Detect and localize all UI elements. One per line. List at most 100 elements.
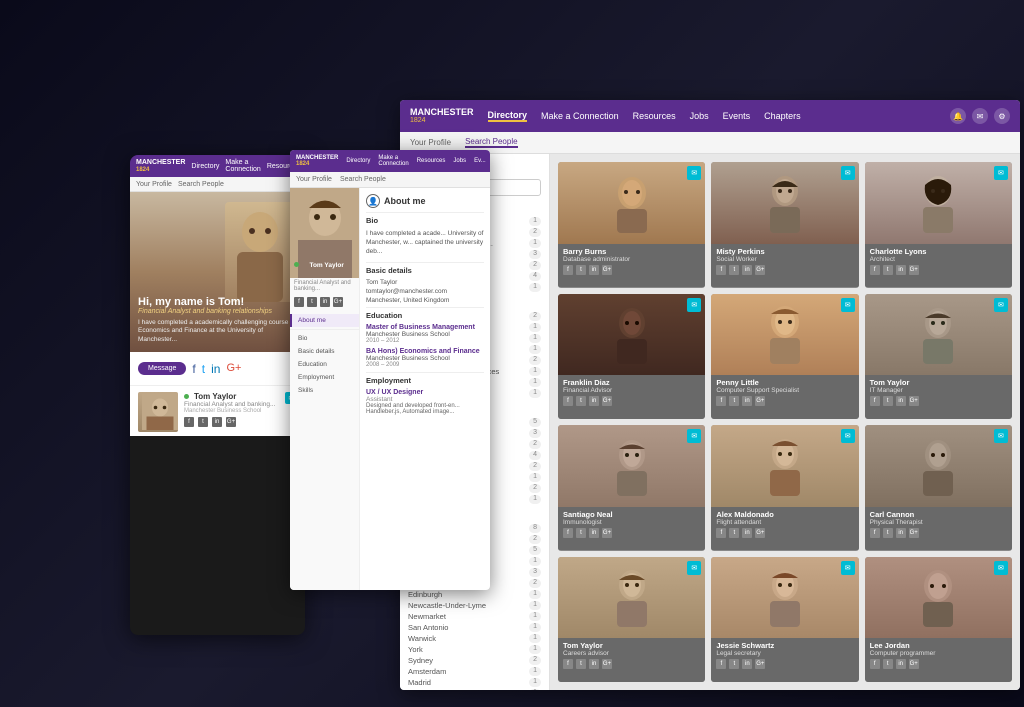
googleplus-icon[interactable]: G+ — [909, 265, 919, 275]
linkedin-icon[interactable]: in — [211, 362, 220, 376]
facebook-icon[interactable]: f — [870, 528, 880, 538]
twitter-icon[interactable]: t — [576, 528, 586, 538]
googleplus-icon[interactable]: G+ — [755, 396, 765, 406]
googleplus-icon[interactable]: G+ — [909, 396, 919, 406]
mobile-nav-directory[interactable]: Directory — [191, 163, 219, 170]
menu-item-basic[interactable]: Basic details — [290, 345, 359, 358]
subnav-search-people[interactable]: Search People — [465, 137, 517, 148]
facebook-icon[interactable]: f — [716, 659, 726, 669]
message-icon[interactable]: ✉ — [687, 429, 701, 443]
linkedin-icon[interactable]: in — [212, 417, 222, 427]
menu-item-skills[interactable]: Skills — [290, 384, 359, 397]
person-card-lee[interactable]: ✉ Lee Jordan Computer programmer f t in … — [865, 557, 1012, 683]
profile-subnav-search[interactable]: Search People — [340, 176, 386, 183]
linkedin-icon[interactable]: in — [742, 528, 752, 538]
filter-item[interactable]: Rome1 — [408, 688, 541, 690]
linkedin-icon[interactable]: in — [896, 396, 906, 406]
facebook-icon[interactable]: f — [716, 265, 726, 275]
person-card-jessie[interactable]: ✉ Jessie Schwartz Legal secretary f t in… — [711, 557, 858, 683]
message-icon[interactable]: ✉ — [687, 298, 701, 312]
profile-nav-resources[interactable]: Resources — [417, 158, 446, 164]
mobile-subnav-profile[interactable]: Your Profile — [136, 181, 172, 188]
facebook-icon[interactable]: f — [716, 528, 726, 538]
twitter-icon[interactable]: t — [883, 396, 893, 406]
mobile-nav-connection[interactable]: Make a Connection — [225, 159, 260, 173]
menu-item-bio[interactable]: Bio — [290, 332, 359, 345]
menu-item-education[interactable]: Education — [290, 358, 359, 371]
linkedin-icon[interactable]: in — [589, 659, 599, 669]
filter-item[interactable]: York1 — [408, 644, 541, 655]
linkedin-icon[interactable]: in — [896, 659, 906, 669]
googleplus-icon[interactable]: G+ — [602, 528, 612, 538]
linkedin-icon[interactable]: in — [896, 528, 906, 538]
twitter-icon[interactable]: t — [198, 417, 208, 427]
person-card-barry[interactable]: ✉ Barry Burns Database administrator f t… — [558, 162, 705, 288]
message-icon[interactable]: ✉ — [994, 166, 1008, 180]
nav-resources[interactable]: Resources — [633, 111, 676, 121]
facebook-icon[interactable]: f — [563, 528, 573, 538]
googleplus-icon[interactable]: G+ — [226, 362, 241, 376]
message-icon[interactable]: ✉ — [994, 429, 1008, 443]
twitter-icon[interactable]: t — [883, 265, 893, 275]
person-card-carl[interactable]: ✉ Carl Cannon Physical Therapist f t in … — [865, 425, 1012, 551]
person-card-santiago[interactable]: ✉ Santiago Neal Immunologist f t in G+ — [558, 425, 705, 551]
twitter-icon[interactable]: t — [202, 362, 205, 376]
linkedin-icon[interactable]: in — [742, 396, 752, 406]
message-icon[interactable]: ✉ — [841, 166, 855, 180]
linkedin-icon[interactable]: in — [320, 297, 330, 307]
filter-item[interactable]: Amsterdam1 — [408, 666, 541, 677]
subnav-your-profile[interactable]: Your Profile — [410, 138, 451, 147]
message-icon[interactable]: ✉ — [687, 166, 701, 180]
person-card-tom2[interactable]: ✉ Tom Yaylor Careers advisor f t in G+ — [558, 557, 705, 683]
twitter-icon[interactable]: t — [576, 265, 586, 275]
message-icon[interactable]: ✉ — [841, 298, 855, 312]
linkedin-icon[interactable]: in — [896, 265, 906, 275]
filter-item[interactable]: Edinburgh1 — [408, 589, 541, 600]
filter-item[interactable]: Newcastle-Under-Lyme1 — [408, 600, 541, 611]
twitter-icon[interactable]: t — [576, 659, 586, 669]
twitter-icon[interactable]: t — [729, 396, 739, 406]
message-icon[interactable]: ✉ — [994, 561, 1008, 575]
profile-nav-jobs[interactable]: Jobs — [453, 158, 466, 164]
googleplus-icon[interactable]: G+ — [755, 528, 765, 538]
nav-chapters[interactable]: Chapters — [764, 111, 801, 121]
nav-jobs[interactable]: Jobs — [690, 111, 709, 121]
profile-nav-directory[interactable]: Directory — [346, 158, 370, 164]
person-card-franklin[interactable]: ✉ Franklin Diaz Financial Advisor f t in… — [558, 294, 705, 420]
googleplus-icon[interactable]: G+ — [226, 417, 236, 427]
twitter-icon[interactable]: t — [883, 528, 893, 538]
profile-subnav-yours[interactable]: Your Profile — [296, 176, 332, 183]
linkedin-icon[interactable]: in — [589, 265, 599, 275]
googleplus-icon[interactable]: G+ — [602, 396, 612, 406]
facebook-icon[interactable]: f — [563, 396, 573, 406]
person-card-alex[interactable]: ✉ Alex Maldonado Flight attendant f t in… — [711, 425, 858, 551]
person-card-charlotte[interactable]: ✉ Charlotte Lyons Architect f t in G+ — [865, 162, 1012, 288]
notifications-icon[interactable]: 🔔 — [950, 108, 966, 124]
googleplus-icon[interactable]: G+ — [333, 297, 343, 307]
twitter-icon[interactable]: t — [307, 297, 317, 307]
person-card-tom[interactable]: ✉ Tom Yaylor IT Manager f t in G+ — [865, 294, 1012, 420]
facebook-icon[interactable]: f — [870, 659, 880, 669]
menu-item-employment[interactable]: Employment — [290, 371, 359, 384]
facebook-icon[interactable]: f — [192, 362, 195, 376]
facebook-icon[interactable]: f — [870, 265, 880, 275]
twitter-icon[interactable]: t — [576, 396, 586, 406]
profile-nav-connection[interactable]: Make a Connection — [378, 155, 408, 167]
messages-icon[interactable]: ✉ — [972, 108, 988, 124]
facebook-icon[interactable]: f — [184, 417, 194, 427]
message-icon[interactable]: ✉ — [994, 298, 1008, 312]
menu-item-about[interactable]: About me — [290, 314, 359, 327]
filter-item[interactable]: Sydney2 — [408, 655, 541, 666]
linkedin-icon[interactable]: in — [589, 528, 599, 538]
facebook-icon[interactable]: f — [294, 297, 304, 307]
mobile-message-btn[interactable]: Message — [138, 362, 186, 375]
person-card-misty[interactable]: ✉ Misty Perkins Social Worker f t in G+ — [711, 162, 858, 288]
facebook-icon[interactable]: f — [870, 396, 880, 406]
nav-events[interactable]: Events — [723, 111, 751, 121]
linkedin-icon[interactable]: in — [742, 265, 752, 275]
googleplus-icon[interactable]: G+ — [909, 528, 919, 538]
linkedin-icon[interactable]: in — [589, 396, 599, 406]
profile-nav-events[interactable]: Ev... — [474, 158, 486, 164]
message-icon[interactable]: ✉ — [687, 561, 701, 575]
message-icon[interactable]: ✉ — [841, 561, 855, 575]
